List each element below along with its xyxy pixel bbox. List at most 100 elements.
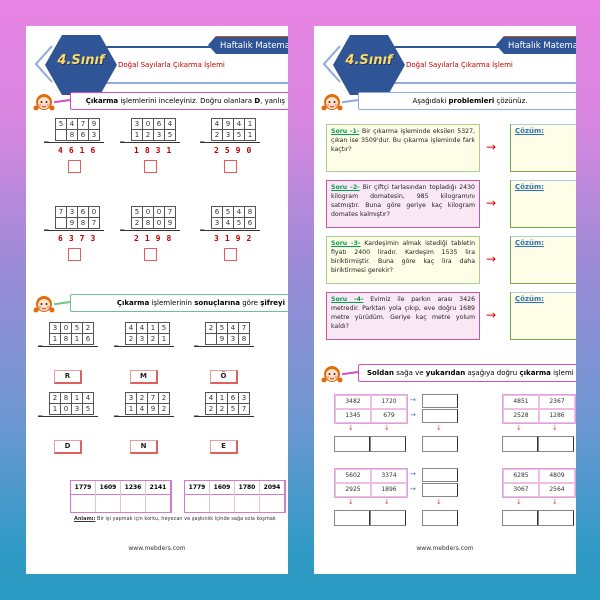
column-result-box[interactable]: [538, 510, 574, 526]
footer-url[interactable]: www.mebders.com: [26, 545, 288, 552]
digit-cell: 6: [244, 217, 256, 229]
subtrahend-row: 938: [205, 333, 250, 345]
arrow-right-icon: →: [410, 411, 416, 419]
arrow-right-icon: →: [486, 252, 497, 266]
instruction-cipher: Çıkarma işlemlerinin sonuçlarına göre şi…: [26, 292, 288, 316]
digit-cell: 5: [164, 129, 176, 141]
cipher-column: 2094: [260, 481, 285, 512]
grid-value: 1896: [371, 483, 407, 497]
worksheet-page-right: 4.Sınıf Haftalık Matematik Doğal Sayılar…: [314, 26, 576, 574]
result-line: [200, 230, 260, 231]
solution-box[interactable]: Çözüm:: [510, 124, 576, 172]
arrow-down-icon: ↓: [384, 498, 390, 506]
subtrahend-row: 2809: [131, 217, 176, 229]
problem-label: Soru -3-: [331, 240, 361, 247]
subtrahend-row: 2321: [125, 333, 170, 345]
answer-checkbox[interactable]: [224, 248, 237, 261]
cipher-answer-cell[interactable]: [210, 495, 234, 512]
girl-mascot-icon: [321, 366, 343, 383]
worksheet-subtitle: Doğal Sayılarla Çıkarma İşlemi: [118, 61, 225, 69]
answer-digit: 7: [79, 234, 85, 243]
row-result-box[interactable]: [422, 483, 458, 497]
word-problem: Soru -2- Bir çiftçi tarlasından topladığ…: [326, 180, 480, 228]
answer-digit: 9: [235, 234, 241, 243]
row-result-box[interactable]: [422, 394, 458, 408]
answer-checkbox[interactable]: [224, 160, 237, 173]
solution-box[interactable]: Çözüm:: [510, 292, 576, 340]
column-result-box[interactable]: [370, 510, 406, 526]
cipher-letter: N: [130, 440, 158, 454]
instruction-bubble: Aşağıdaki problemleri çözünüz.: [358, 92, 576, 110]
row-result-box[interactable]: [422, 468, 458, 482]
problem-label: Soru -4-: [331, 296, 364, 303]
arrow-right-icon: →: [410, 396, 416, 404]
answer-digit: 1: [144, 234, 150, 243]
column-result-box[interactable]: [334, 436, 370, 452]
instr-text: işlemlerini inceleyiniz. Doğru olanlara: [118, 97, 255, 105]
cipher-answer-cell[interactable]: [146, 495, 170, 512]
grid-inputs: 5602 3374 2925 1896: [334, 468, 408, 498]
cipher-answer-cell[interactable]: [185, 495, 209, 512]
column-result-box[interactable]: [422, 436, 458, 452]
cipher-answer-cell[interactable]: [260, 495, 284, 512]
cipher-number: 2094: [260, 481, 284, 495]
digit-cell: 1: [244, 129, 256, 141]
instr-text: işlemi: [550, 369, 574, 377]
column-result-box[interactable]: [370, 436, 406, 452]
cipher-number: 2141: [146, 481, 170, 495]
column-result-box[interactable]: [334, 510, 370, 526]
solution-box[interactable]: Çözüm:: [510, 180, 576, 228]
arrow-down-icon: ↓: [384, 424, 390, 432]
grade-badge: 4.Sınıf: [57, 53, 105, 68]
answer-digit: 6: [90, 146, 96, 155]
digit-cell: 6: [82, 333, 94, 345]
row-result-box[interactable]: [422, 409, 458, 423]
footer-url[interactable]: www.mebders.com: [314, 545, 576, 552]
answer-checkbox[interactable]: [144, 248, 157, 261]
cipher-answer-cell[interactable]: [96, 495, 120, 512]
instr-text: Aşağıdaki: [412, 97, 449, 105]
grade-badge: 4.Sınıf: [345, 53, 393, 68]
answer-checkbox[interactable]: [68, 160, 81, 173]
cipher-answer-cell[interactable]: [121, 495, 145, 512]
answer-digit: 8: [166, 234, 172, 243]
grid-value: 2925: [335, 483, 371, 497]
word-problem: Soru -1- Bir çıkarma işleminde eksilen 5…: [326, 124, 480, 172]
given-answer: 6373: [58, 234, 95, 243]
cipher-number: 1780: [235, 481, 259, 495]
answer-checkbox[interactable]: [68, 248, 81, 261]
cipher-letter: M: [130, 370, 158, 384]
girl-mascot-icon: [321, 94, 343, 111]
cipher-column: 1780: [235, 481, 260, 512]
word-problem: Soru -3- Kardeşimin almak istediği table…: [326, 236, 480, 284]
grid-value: 3482: [335, 395, 371, 409]
answer-digit: 5: [224, 146, 230, 155]
meaning-text: Anlamı: Bir işi yapmak için korku, heyec…: [74, 516, 276, 522]
grid-value: 6285: [503, 469, 539, 483]
subtrahend-row: 863: [55, 129, 100, 141]
given-answer: 2590: [214, 146, 251, 155]
answer-checkbox[interactable]: [144, 160, 157, 173]
arrow-right-icon: →: [410, 485, 416, 493]
solution-label: Çözüm:: [515, 183, 545, 191]
column-result-box[interactable]: [502, 510, 538, 526]
column-result-box[interactable]: [538, 436, 574, 452]
given-answer: 3192: [214, 234, 251, 243]
answer-digit: 3: [214, 234, 219, 243]
answer-digit: 9: [235, 146, 241, 155]
worksheet-page-left: 4.Sınıf Haftalık Matematik Doğal Sayılar…: [26, 26, 288, 574]
digit-cell: 9: [164, 217, 176, 229]
cipher-number: 1236: [121, 481, 145, 495]
given-answer: 1831: [134, 146, 171, 155]
column-result-box[interactable]: [422, 510, 458, 526]
cipher-table-2: 1779 1609 1780 2094: [184, 480, 286, 513]
arrow-down-icon: ↓: [436, 498, 442, 506]
cipher-answer-cell[interactable]: [235, 495, 259, 512]
answer-digit: 1: [79, 146, 85, 155]
arrow-down-icon: ↓: [348, 498, 354, 506]
cipher-answer-cell[interactable]: [71, 495, 95, 512]
column-result-box[interactable]: [502, 436, 538, 452]
grid-inputs: 6285 4809 3067 2564: [502, 468, 576, 498]
solution-box[interactable]: Çözüm:: [510, 236, 576, 284]
arrow-down-icon: ↓: [436, 424, 442, 432]
